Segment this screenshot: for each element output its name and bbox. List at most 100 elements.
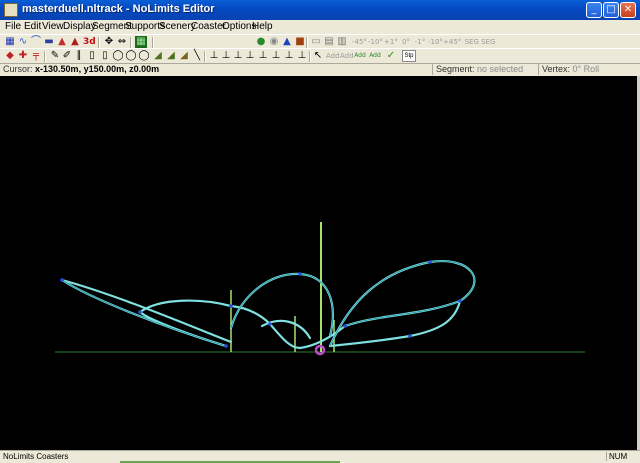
station-icon[interactable]: ▬	[43, 36, 55, 48]
rotate-zero-button[interactable]: 0°	[400, 36, 412, 48]
vertex-readout: Vertex: 0° Roll	[538, 64, 599, 75]
beam2-icon[interactable]: ◢	[165, 50, 177, 62]
menu-display[interactable]: Display	[63, 21, 96, 32]
rotate-minus1-button[interactable]: -1°	[414, 36, 426, 48]
add-button-3[interactable]: Add	[354, 50, 366, 62]
vertex-label: Vertex:	[542, 64, 571, 74]
column-icon[interactable]: ▯	[86, 50, 98, 62]
spline-icon[interactable]: ∿	[17, 36, 29, 48]
layout-icon[interactable]: ▥	[336, 36, 348, 48]
menu-file[interactable]: File	[5, 21, 21, 32]
stp-button[interactable]: Stp	[402, 50, 416, 62]
cursor-value: x-130.50m, y150.00m, z0.00m	[35, 64, 160, 74]
tower6-icon[interactable]: ⊥	[270, 50, 282, 62]
maximize-button[interactable]: □	[603, 2, 619, 18]
camera-icon[interactable]: ■	[294, 36, 306, 48]
ring3-icon[interactable]: ◯	[138, 50, 150, 62]
beam3-icon[interactable]: ◢	[178, 50, 190, 62]
rotate-minus45-button[interactable]: -45°	[352, 36, 367, 48]
window-title: masterduell.nltrack - NoLimits Editor	[22, 3, 215, 15]
vertex-marker	[229, 304, 233, 308]
toolbar-separator	[98, 37, 100, 48]
tower-icon[interactable]: ⊥	[208, 50, 220, 62]
status-app-name: NoLimits Coasters	[3, 452, 69, 461]
track-rail	[61, 279, 227, 347]
segment-value: no selected	[477, 64, 524, 74]
vertex-marker	[60, 278, 64, 282]
cursor-arrow-icon[interactable]: ↖	[312, 50, 324, 62]
brush-icon[interactable]: ✐	[61, 50, 73, 62]
vertex-marker	[224, 344, 228, 348]
editor-viewport[interactable]	[0, 76, 637, 450]
scale-icon[interactable]: ⇔	[116, 36, 128, 48]
cursor-label: Cursor:	[3, 64, 33, 74]
vertex-marker	[428, 260, 432, 264]
sphere-icon[interactable]: ◉	[268, 36, 280, 48]
segment-label: Segment:	[436, 64, 475, 74]
tilt-icon[interactable]: ╲	[191, 50, 203, 62]
tower7-icon[interactable]: ⊥	[283, 50, 295, 62]
vertex-value: 0° Roll	[572, 64, 600, 74]
tower4-icon[interactable]: ⊥	[244, 50, 256, 62]
toolbar-tools: ◆ ✚ ╤ ✎ ✐ ∥ ▯ ▯ ◯ ◯ ◯ ◢ ◢ ◢ ╲ ⊥ ⊥ ⊥ ⊥ ⊥ …	[0, 48, 640, 64]
app-icon[interactable]	[4, 3, 18, 17]
menu-edit[interactable]: Edit	[24, 21, 41, 32]
ring2-icon[interactable]: ◯	[125, 50, 137, 62]
track-canvas[interactable]	[0, 76, 637, 450]
lift-icon[interactable]: ▲	[69, 36, 81, 48]
vertex-marker	[343, 324, 347, 328]
menu-help[interactable]: Help	[252, 21, 273, 32]
track-segment	[60, 278, 233, 344]
num-lock-indicator: NUM	[606, 452, 633, 461]
segment-select-button[interactable]: SEG SEG SEL	[460, 36, 500, 58]
info-bar: Cursor: x-130.50m, y150.00m, z0.00m Segm…	[0, 64, 640, 75]
cursor-readout: Cursor: x-130.50m, y150.00m, z0.00m	[0, 64, 159, 75]
menu-coaster[interactable]: Coaster	[191, 21, 226, 32]
eraser-icon[interactable]: ◆	[4, 50, 16, 62]
toolbar-separator	[130, 37, 132, 48]
panel-icon[interactable]: ▤	[323, 36, 335, 48]
rotate-plus45-button[interactable]: +45°	[443, 36, 461, 48]
minimize-button[interactable]: _	[586, 2, 602, 18]
ring-icon[interactable]: ◯	[112, 50, 124, 62]
close-button[interactable]: ✕	[620, 2, 636, 18]
add-button-1[interactable]: Add	[326, 50, 340, 62]
title-bar: masterduell.nltrack - NoLimits Editor _ …	[0, 0, 640, 20]
toolbar-separator	[204, 51, 206, 62]
check-icon[interactable]: ✓	[385, 50, 397, 62]
menu-view[interactable]: View	[42, 21, 64, 32]
add-button-2[interactable]: Add	[340, 50, 354, 62]
track-icon[interactable]: ▦	[4, 36, 16, 48]
pole-icon[interactable]: ∥	[73, 50, 85, 62]
menu-bar: File Edit View Display Segment Supports …	[0, 20, 640, 34]
vertex-marker	[298, 272, 302, 276]
tower2-icon[interactable]: ⊥	[220, 50, 232, 62]
light-icon[interactable]: ●	[255, 36, 267, 48]
brake-icon[interactable]: ▲	[56, 36, 68, 48]
vertex-marker	[268, 322, 272, 326]
track-segment	[229, 272, 334, 338]
support-icon[interactable]: ╤	[30, 50, 42, 62]
pencil-icon[interactable]: ✎	[49, 50, 61, 62]
rotate-minus10b-button[interactable]: -10°	[428, 36, 443, 48]
tower8-icon[interactable]: ⊥	[296, 50, 308, 62]
loop-icon[interactable]: ⌒	[30, 36, 42, 48]
track-segment	[60, 278, 228, 348]
toolbar-separator	[306, 37, 308, 48]
footer-icon[interactable]: ▯	[99, 50, 111, 62]
pin-icon[interactable]: ✚	[17, 50, 29, 62]
rotate-minus10-button[interactable]: -10°	[368, 36, 383, 48]
beam-icon[interactable]: ◢	[152, 50, 164, 62]
track-segment	[229, 304, 302, 350]
tower3-icon[interactable]: ⊥	[232, 50, 244, 62]
window-icon[interactable]: ▭	[310, 36, 322, 48]
view-3d-button[interactable]: 3d	[83, 36, 96, 48]
grid-icon[interactable]: ▦	[135, 36, 147, 48]
tower5-icon[interactable]: ⊥	[257, 50, 269, 62]
warning-icon[interactable]: ▲	[281, 36, 293, 48]
move-icon[interactable]: ✥	[103, 36, 115, 48]
toolbar-separator	[44, 51, 46, 62]
add-button-4[interactable]: Add	[369, 50, 381, 62]
track-rail	[230, 273, 334, 337]
rotate-plus1-button[interactable]: +1°	[384, 36, 398, 48]
